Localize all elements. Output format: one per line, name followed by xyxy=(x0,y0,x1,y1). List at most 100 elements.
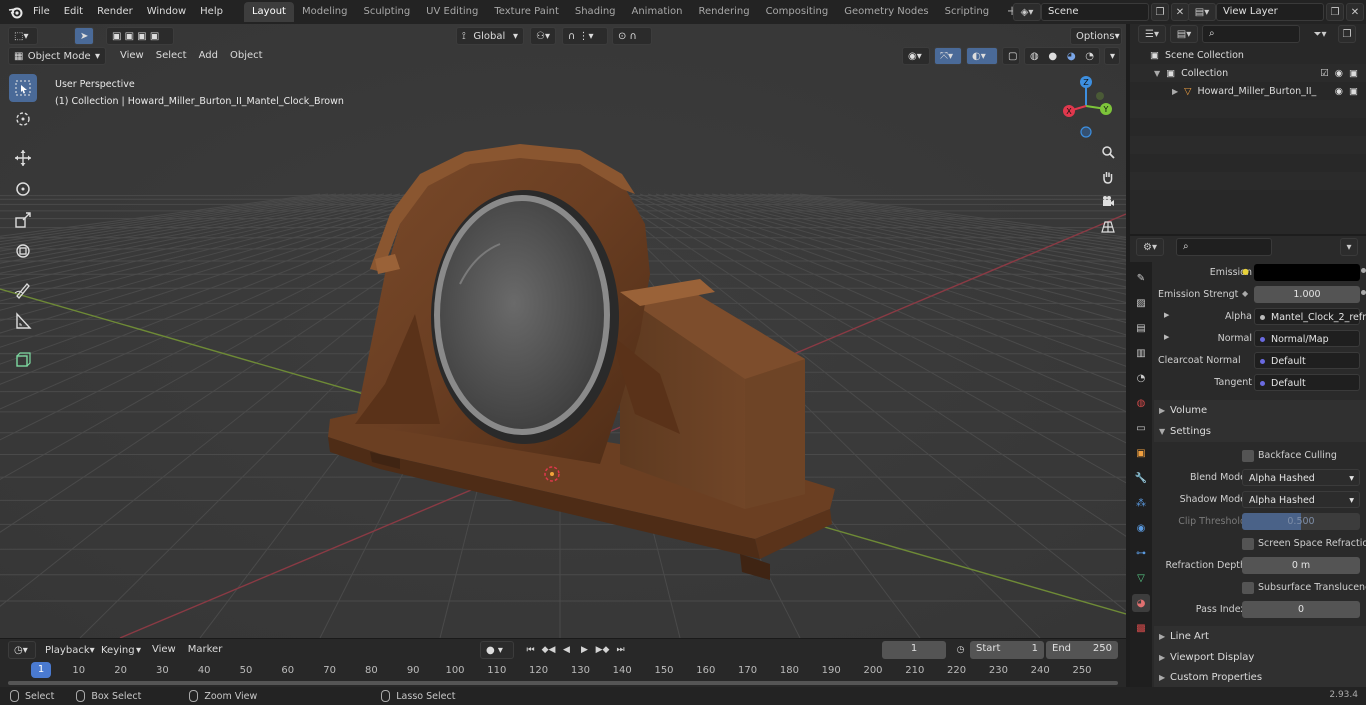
properties-options-icon[interactable]: ▾ xyxy=(1340,238,1358,256)
expand-arrow-icon[interactable]: ▼ xyxy=(1154,69,1160,78)
alpha-link-field[interactable]: Mantel_Clock_2_refr... xyxy=(1254,308,1366,325)
play-icon[interactable]: ▶ xyxy=(576,642,593,659)
solid-shading-icon[interactable]: ● xyxy=(1048,51,1057,62)
current-frame-indicator[interactable]: 1 xyxy=(31,662,51,678)
physics-tab-icon[interactable]: ◉ xyxy=(1132,519,1150,537)
outliner-search-input[interactable]: ⌕ xyxy=(1202,25,1300,43)
new-collection-icon[interactable]: ❐ xyxy=(1338,25,1356,43)
view-menu[interactable]: View xyxy=(114,47,150,65)
delete-scene-icon[interactable]: ✕ xyxy=(1171,3,1189,21)
shading-options-icon[interactable]: ▾ xyxy=(1104,47,1120,65)
gizmo-toggle-icon[interactable]: ⤧▾ xyxy=(934,47,962,65)
filter-icon[interactable]: ⏷▾ xyxy=(1306,25,1334,43)
menu-window[interactable]: Window xyxy=(140,2,193,22)
scale-tool-icon[interactable] xyxy=(9,206,37,234)
timeline-editor-type-icon[interactable]: ◷▾ xyxy=(8,641,36,659)
new-scene-icon[interactable]: ❐ xyxy=(1151,3,1169,21)
volume-panel-header[interactable]: ▶ Volume xyxy=(1154,400,1366,421)
blend-mode-dropdown[interactable]: Alpha Hashed ▾ xyxy=(1242,469,1360,486)
tool-tab-icon[interactable]: ✎ xyxy=(1132,269,1150,287)
zoom-icon[interactable] xyxy=(1097,141,1119,163)
expand-arrow-icon[interactable]: ▶ xyxy=(1164,311,1169,319)
start-frame-field[interactable]: Start 1 xyxy=(970,641,1044,659)
pivot-point-icon[interactable]: ⚇▾ xyxy=(530,27,556,45)
clip-threshold-slider[interactable]: 0.500 xyxy=(1242,513,1360,530)
new-view-layer-icon[interactable]: ❐ xyxy=(1326,3,1344,21)
end-frame-field[interactable]: End 250 xyxy=(1046,641,1118,659)
mantel-clock-model[interactable] xyxy=(300,134,860,604)
render-tab-icon[interactable]: ▨ xyxy=(1132,294,1150,312)
rotate-tool-icon[interactable] xyxy=(9,175,37,203)
tab-scripting[interactable]: Scripting xyxy=(937,2,997,22)
line-art-panel-header[interactable]: ▶ Line Art xyxy=(1154,626,1366,647)
delete-view-layer-icon[interactable]: ✕ xyxy=(1346,3,1364,21)
keying-menu[interactable]: Keying ▾ xyxy=(96,641,146,659)
keyframe-dot-icon[interactable] xyxy=(1361,268,1366,273)
refraction-depth-field[interactable]: 0 m xyxy=(1242,557,1360,574)
object-mode-dropdown[interactable]: ▦ Object Mode ▾ xyxy=(8,47,106,65)
options-dropdown[interactable]: Options ▾ xyxy=(1070,27,1122,45)
jump-end-icon[interactable]: ⏭ xyxy=(612,642,629,659)
custom-properties-panel-header[interactable]: ▶ Custom Properties xyxy=(1154,667,1366,687)
subsurface-translucency-checkbox[interactable] xyxy=(1242,582,1254,594)
outliner-row-scene-collection[interactable]: ▣ Scene Collection xyxy=(1130,46,1366,64)
tab-animation[interactable]: Animation xyxy=(624,2,691,22)
outliner-row-collection[interactable]: ▼ ▣ Collection ☑ ◉ ▣ xyxy=(1130,64,1366,82)
camera-icon[interactable]: ▣ xyxy=(1349,86,1358,97)
scene-name-field[interactable]: Scene xyxy=(1041,3,1149,21)
checkbox-icon[interactable]: ☑ xyxy=(1320,68,1329,79)
socket-yellow-icon[interactable]: ● xyxy=(1242,267,1249,276)
modifier-tab-icon[interactable]: 🔧 xyxy=(1132,469,1150,487)
rendered-shading-icon[interactable]: ◔ xyxy=(1085,51,1094,62)
collection-tab-icon[interactable]: ▭ xyxy=(1132,419,1150,437)
output-tab-icon[interactable]: ▤ xyxy=(1132,319,1150,337)
tab-shading[interactable]: Shading xyxy=(567,2,624,22)
add-menu[interactable]: Add xyxy=(193,47,224,65)
viewport-display-panel-header[interactable]: ▶ Viewport Display xyxy=(1154,647,1366,668)
eye-icon[interactable]: ◉ xyxy=(1335,68,1343,79)
backface-culling-checkbox[interactable] xyxy=(1242,450,1254,462)
annotate-tool-icon[interactable] xyxy=(9,276,37,304)
navigation-gizmo[interactable]: Z Y X xyxy=(1056,74,1120,138)
marker-menu[interactable]: Marker xyxy=(182,641,229,659)
3d-viewport[interactable]: ⬚▾ ➤ ▣ ▣ ▣ ▣ ⟟ Global ▾ ⚇▾ ∩ ⋮▾ ⊙ ∩ Opti… xyxy=(0,24,1126,638)
jump-start-icon[interactable]: ⏮ xyxy=(522,642,539,659)
proportional-editing-icon[interactable]: ⊙ ∩ xyxy=(612,27,652,45)
keyframe-dot-icon[interactable] xyxy=(1361,290,1366,295)
properties-search-input[interactable]: ⌕ xyxy=(1176,238,1272,256)
screen-space-refraction-checkbox[interactable] xyxy=(1242,538,1254,550)
menu-edit[interactable]: Edit xyxy=(57,2,90,22)
outliner-editor-type-icon[interactable]: ☰▾ xyxy=(1138,25,1166,43)
pass-index-field[interactable]: 0 xyxy=(1242,601,1360,618)
scene-icon[interactable]: ◈▾ xyxy=(1013,3,1041,21)
view-layer-tab-icon[interactable]: ▥ xyxy=(1132,344,1150,362)
timeline-ruler[interactable]: 1 10 20 30 40 50 60 70 80 90 100 110 120 130 140 150 16… xyxy=(0,661,1126,679)
clearcoat-normal-field[interactable]: Default xyxy=(1254,352,1360,369)
move-tool-icon[interactable] xyxy=(9,144,37,172)
menu-render[interactable]: Render xyxy=(90,2,140,22)
tab-modeling[interactable]: Modeling xyxy=(294,2,356,22)
texture-tab-icon[interactable]: ▩ xyxy=(1132,619,1150,637)
playback-menu[interactable]: Playback ▾ xyxy=(40,641,96,659)
expand-arrow-icon[interactable]: ▶ xyxy=(1172,87,1178,96)
auto-keying-icon[interactable]: ● ▾ xyxy=(480,641,514,659)
preview-range-icon[interactable]: ◷ xyxy=(952,642,969,659)
measure-tool-icon[interactable] xyxy=(9,307,37,335)
select-tool-icon[interactable]: ➤ xyxy=(74,27,94,45)
tab-rendering[interactable]: Rendering xyxy=(690,2,757,22)
data-tab-icon[interactable]: ▽ xyxy=(1132,569,1150,587)
eye-icon[interactable]: ◉ xyxy=(1335,86,1343,97)
view-layer-icon[interactable]: ▤▾ xyxy=(1188,3,1216,21)
add-cube-tool-icon[interactable] xyxy=(9,346,37,374)
world-tab-icon[interactable]: ◍ xyxy=(1132,394,1150,412)
object-menu[interactable]: Object xyxy=(224,47,269,65)
overlays-toggle-icon[interactable]: ◐▾ xyxy=(966,47,998,65)
material-shading-icon[interactable]: ◕ xyxy=(1067,51,1076,62)
perspective-toggle-icon[interactable] xyxy=(1097,216,1119,238)
shadow-mode-dropdown[interactable]: Alpha Hashed ▾ xyxy=(1242,491,1360,508)
jump-prev-keyframe-icon[interactable]: ◆◀ xyxy=(540,642,557,659)
editor-type-icon[interactable]: ⬚▾ xyxy=(8,27,38,45)
display-mode-icon[interactable]: ▤▾ xyxy=(1170,25,1198,43)
constraints-tab-icon[interactable]: ⊶ xyxy=(1132,544,1150,562)
tangent-field[interactable]: Default xyxy=(1254,374,1360,391)
